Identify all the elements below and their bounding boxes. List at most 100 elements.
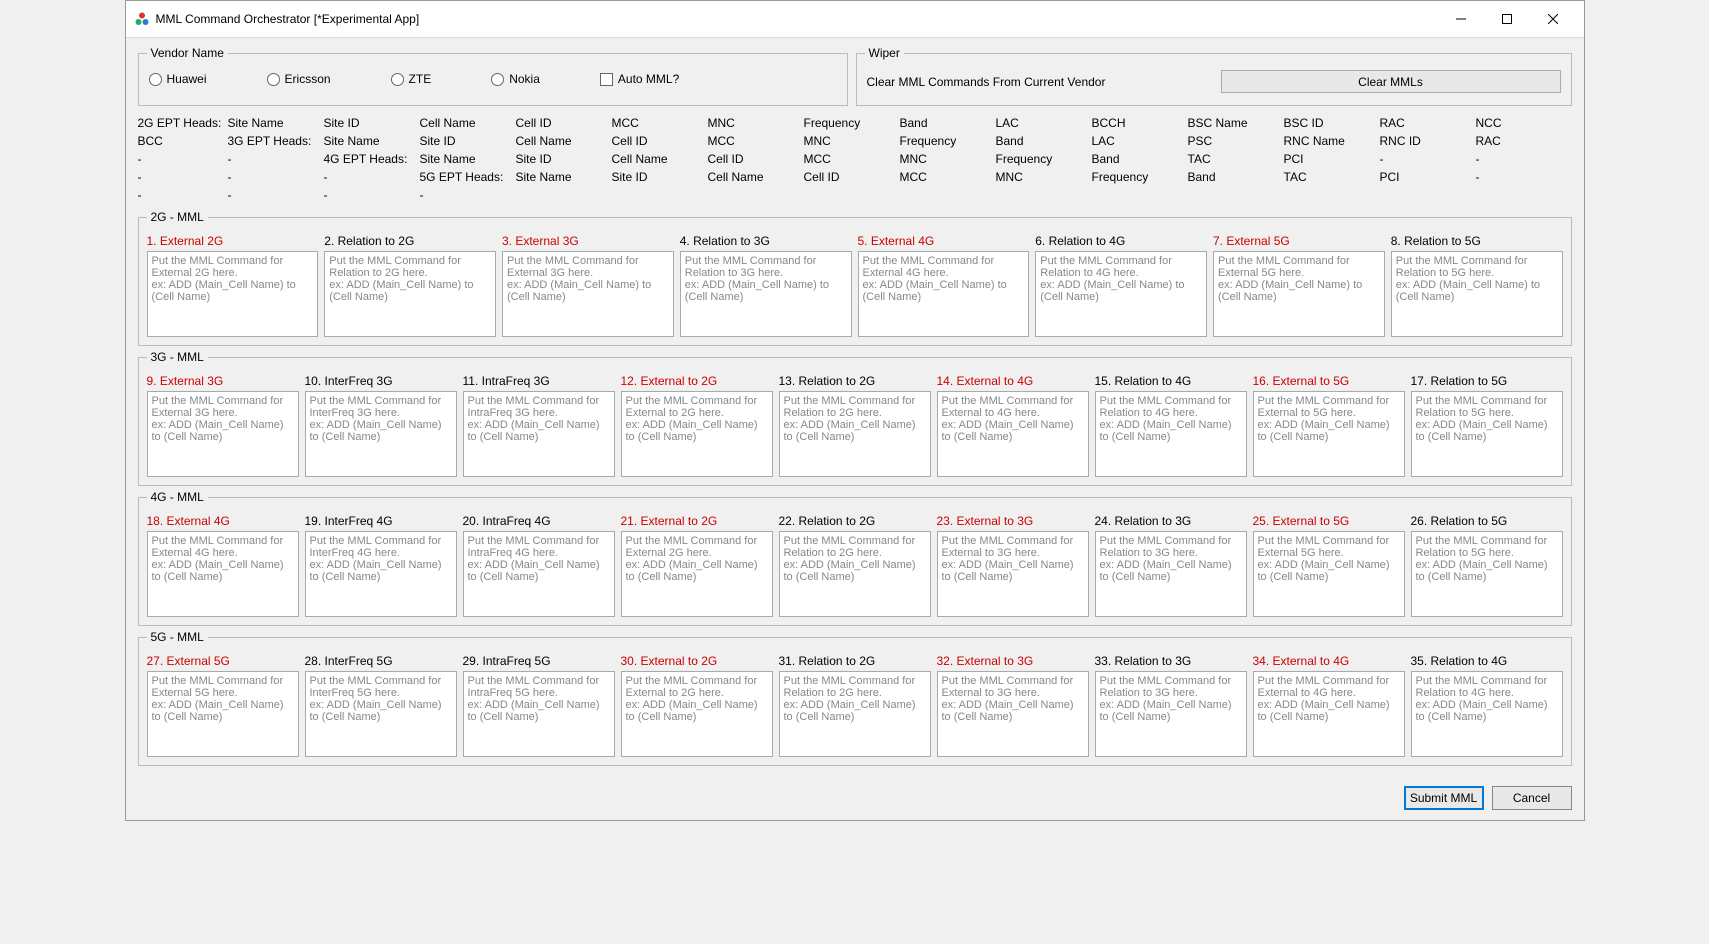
mml-field: 2. Relation to 2G bbox=[324, 234, 496, 337]
mml-field-label: 7. External 5G bbox=[1213, 234, 1385, 248]
vendor-radio-huawei[interactable]: Huawei bbox=[149, 72, 207, 86]
ept-heads-cell: MNC bbox=[708, 116, 804, 130]
mml-textarea[interactable] bbox=[937, 391, 1089, 477]
ept-heads-cell: - bbox=[324, 170, 420, 184]
vendor-radio-label: Huawei bbox=[167, 72, 207, 86]
mml-textarea[interactable] bbox=[937, 671, 1089, 757]
mml-field: 17. Relation to 5G bbox=[1411, 374, 1563, 477]
ept-heads-cell: Cell ID bbox=[612, 134, 708, 148]
ept-heads-cell: BCC bbox=[138, 134, 228, 148]
mml-textarea[interactable] bbox=[305, 391, 457, 477]
ept-heads-cell: Frequency bbox=[1092, 170, 1188, 184]
mml-textarea[interactable] bbox=[1095, 531, 1247, 617]
wiper-groupbox: Wiper Clear MML Commands From Current Ve… bbox=[856, 46, 1572, 106]
ept-heads-cell: RAC bbox=[1476, 134, 1572, 148]
mml-textarea[interactable] bbox=[779, 391, 931, 477]
mml-field-label: 3. External 3G bbox=[502, 234, 674, 248]
app-icon bbox=[134, 11, 150, 27]
submit-mml-button[interactable]: Submit MML bbox=[1404, 786, 1484, 810]
mml-textarea[interactable] bbox=[1253, 391, 1405, 477]
titlebar: MML Command Orchestrator [*Experimental … bbox=[126, 1, 1584, 38]
cancel-button[interactable]: Cancel bbox=[1492, 786, 1572, 810]
mml-textarea[interactable] bbox=[1095, 671, 1247, 757]
close-button[interactable] bbox=[1530, 5, 1576, 33]
mml-textarea[interactable] bbox=[147, 391, 299, 477]
mml-field-label: 15. Relation to 4G bbox=[1095, 374, 1247, 388]
mml-textarea[interactable] bbox=[779, 531, 931, 617]
ept-heads-rowlabel: 4G EPT Heads: bbox=[324, 152, 420, 166]
mml-textarea[interactable] bbox=[1253, 671, 1405, 757]
ept-heads-cell: BSC ID bbox=[1284, 116, 1380, 130]
ept-heads-cell: MNC bbox=[996, 170, 1092, 184]
ept-heads-cell: Site ID bbox=[420, 134, 516, 148]
mml-field: 25. External to 5G bbox=[1253, 514, 1405, 617]
vendor-radio-nokia[interactable]: Nokia bbox=[491, 72, 540, 86]
mml-field-label: 19. InterFreq 4G bbox=[305, 514, 457, 528]
ept-heads-cell: Frequency bbox=[996, 152, 1092, 166]
ept-heads-rowlabel: 2G EPT Heads: bbox=[138, 116, 228, 130]
mml-textarea[interactable] bbox=[1035, 251, 1207, 337]
mml-section-legend: 3G - MML bbox=[147, 350, 208, 364]
mml-textarea[interactable] bbox=[305, 531, 457, 617]
mml-textarea[interactable] bbox=[621, 531, 773, 617]
mml-field-label: 22. Relation to 2G bbox=[779, 514, 931, 528]
mml-textarea[interactable] bbox=[1391, 251, 1563, 337]
mml-section-legend: 2G - MML bbox=[147, 210, 208, 224]
vendor-radio-zte[interactable]: ZTE bbox=[391, 72, 432, 86]
mml-field: 22. Relation to 2G bbox=[779, 514, 931, 617]
mml-section-0: 2G - MML 1. External 2G 2. Relation to 2G 3… bbox=[138, 210, 1572, 346]
mml-textarea[interactable] bbox=[1411, 671, 1563, 757]
mml-textarea[interactable] bbox=[621, 671, 773, 757]
mml-field: 3. External 3G bbox=[502, 234, 674, 337]
vendor-groupbox: Vendor Name HuaweiEricssonZTENokiaAuto M… bbox=[138, 46, 848, 106]
mml-field-label: 31. Relation to 2G bbox=[779, 654, 931, 668]
mml-field: 31. Relation to 2G bbox=[779, 654, 931, 757]
clear-mmls-button[interactable]: Clear MMLs bbox=[1221, 70, 1561, 93]
minimize-button[interactable] bbox=[1438, 5, 1484, 33]
mml-textarea[interactable] bbox=[1253, 531, 1405, 617]
mml-textarea[interactable] bbox=[147, 671, 299, 757]
auto-mml-checkbox[interactable]: Auto MML? bbox=[600, 72, 679, 86]
mml-field: 15. Relation to 4G bbox=[1095, 374, 1247, 477]
mml-textarea[interactable] bbox=[1213, 251, 1385, 337]
ept-heads-cell: RAC bbox=[1380, 116, 1476, 130]
mml-field-label: 8. Relation to 5G bbox=[1391, 234, 1563, 248]
mml-textarea[interactable] bbox=[147, 531, 299, 617]
mml-field: 4. Relation to 3G bbox=[680, 234, 852, 337]
mml-textarea[interactable] bbox=[680, 251, 852, 337]
mml-textarea[interactable] bbox=[858, 251, 1030, 337]
mml-textarea[interactable] bbox=[324, 251, 496, 337]
ept-heads-cell: Site ID bbox=[324, 116, 420, 130]
vendor-radio-ericsson[interactable]: Ericsson bbox=[267, 72, 331, 86]
content-area: Vendor Name HuaweiEricssonZTENokiaAuto M… bbox=[126, 38, 1584, 776]
mml-section-legend: 4G - MML bbox=[147, 490, 208, 504]
mml-field: 1. External 2G bbox=[147, 234, 319, 337]
mml-textarea[interactable] bbox=[937, 531, 1089, 617]
mml-field-label: 9. External 3G bbox=[147, 374, 299, 388]
mml-field-label: 21. External to 2G bbox=[621, 514, 773, 528]
auto-mml-label: Auto MML? bbox=[618, 72, 679, 86]
mml-textarea[interactable] bbox=[463, 671, 615, 757]
mml-textarea[interactable] bbox=[463, 391, 615, 477]
mml-field-label: 14. External to 4G bbox=[937, 374, 1089, 388]
wiper-text: Clear MML Commands From Current Vendor bbox=[867, 75, 1221, 89]
mml-field-label: 1. External 2G bbox=[147, 234, 319, 248]
mml-field-label: 33. Relation to 3G bbox=[1095, 654, 1247, 668]
mml-textarea[interactable] bbox=[502, 251, 674, 337]
mml-section-2: 4G - MML18. External 4G19. InterFreq 4G2… bbox=[138, 490, 1572, 626]
mml-textarea[interactable] bbox=[1411, 531, 1563, 617]
mml-textarea[interactable] bbox=[147, 251, 319, 337]
ept-heads-cell: RNC ID bbox=[1380, 134, 1476, 148]
mml-textarea[interactable] bbox=[1411, 391, 1563, 477]
maximize-button[interactable] bbox=[1484, 5, 1530, 33]
mml-textarea[interactable] bbox=[1095, 391, 1247, 477]
mml-textarea[interactable] bbox=[305, 671, 457, 757]
mml-textarea[interactable] bbox=[463, 531, 615, 617]
mml-field: 24. Relation to 3G bbox=[1095, 514, 1247, 617]
mml-textarea[interactable] bbox=[779, 671, 931, 757]
ept-heads-cell: Cell ID bbox=[804, 170, 900, 184]
ept-heads-cell: Band bbox=[1092, 152, 1188, 166]
ept-heads-cell: Cell ID bbox=[516, 116, 612, 130]
mml-textarea[interactable] bbox=[621, 391, 773, 477]
ept-heads-cell: - bbox=[1476, 170, 1572, 184]
